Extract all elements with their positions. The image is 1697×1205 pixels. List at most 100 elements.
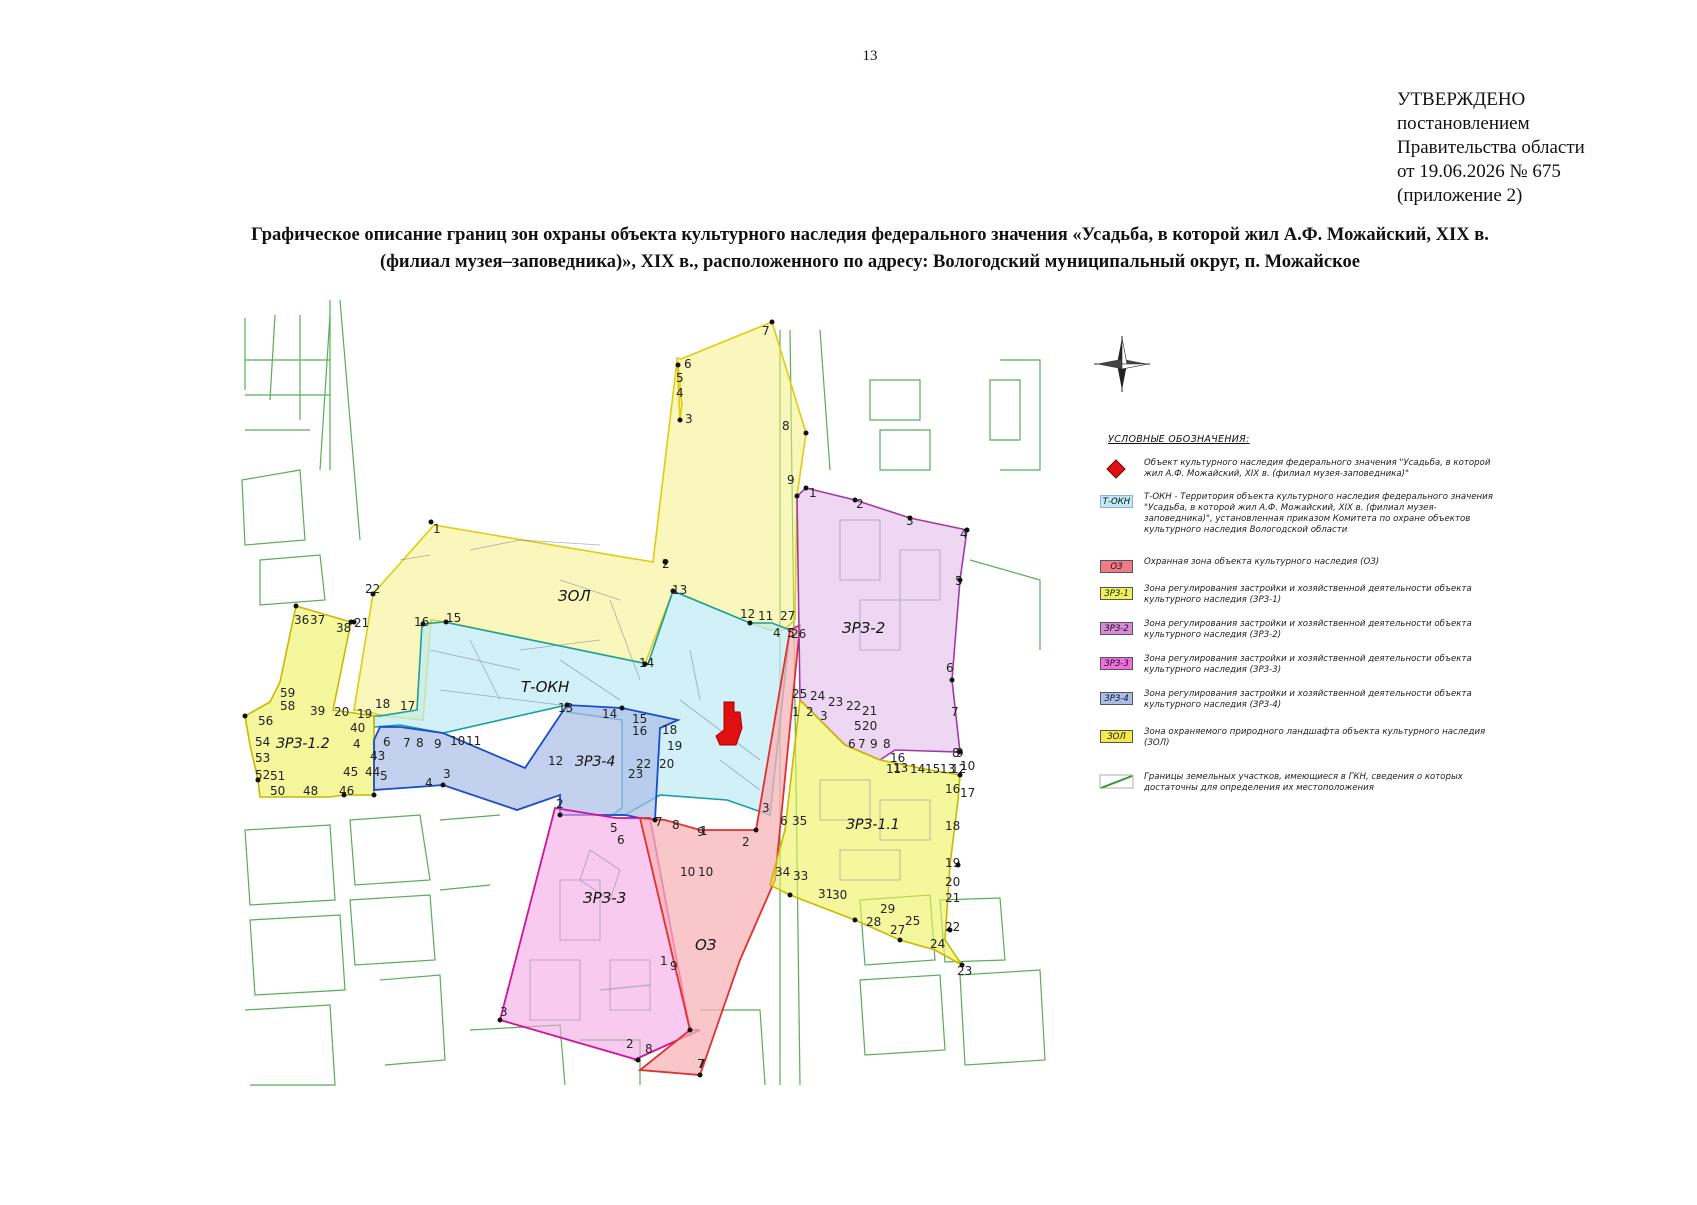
svg-text:11: 11 — [758, 609, 773, 623]
svg-text:14: 14 — [602, 707, 617, 721]
svg-text:34: 34 — [775, 865, 790, 879]
legend-text: Границы земельных участков, имеющиеся в … — [1144, 772, 1463, 793]
svg-text:6: 6 — [383, 735, 391, 749]
svg-text:7: 7 — [858, 737, 866, 751]
svg-text:8: 8 — [672, 818, 680, 832]
svg-text:33: 33 — [793, 869, 808, 883]
svg-text:1: 1 — [809, 486, 817, 500]
svg-text:25: 25 — [905, 914, 920, 928]
svg-text:39: 39 — [310, 704, 325, 718]
svg-text:12: 12 — [740, 607, 755, 621]
svg-text:16: 16 — [632, 724, 647, 738]
svg-text:5: 5 — [380, 769, 388, 783]
svg-text:14: 14 — [910, 762, 925, 776]
svg-text:1: 1 — [792, 705, 800, 719]
svg-text:20: 20 — [334, 705, 349, 719]
legend-text: Зона регулирования застройки и хозяйстве… — [1144, 584, 1472, 605]
svg-text:16: 16 — [945, 782, 960, 796]
north-arrow-compass-icon — [1094, 336, 1150, 392]
svg-text:1: 1 — [660, 954, 668, 968]
svg-text:50: 50 — [270, 784, 285, 798]
legend-item-zrz3: ЗРЗ-3 Зона регулирования застройки и хоз… — [1100, 654, 1500, 688]
legend-swatch-zol: ЗОЛ — [1100, 730, 1133, 743]
svg-text:43: 43 — [370, 749, 385, 763]
svg-text:4: 4 — [676, 386, 684, 400]
svg-text:27: 27 — [890, 923, 905, 937]
svg-text:4: 4 — [773, 626, 781, 640]
svg-text:5: 5 — [854, 719, 862, 733]
zone-label-zrz1-1: ЗРЗ-1.1 — [846, 817, 900, 833]
svg-text:35: 35 — [792, 814, 807, 828]
svg-text:3: 3 — [685, 412, 693, 426]
svg-text:8: 8 — [782, 419, 790, 433]
svg-text:7: 7 — [951, 705, 959, 719]
legend-item-object: Объект культурного наследия федерального… — [1100, 458, 1500, 492]
svg-text:1: 1 — [700, 824, 708, 838]
legend-item-tokn: Т-ОКН Т-ОКН - Территория объекта культур… — [1100, 492, 1500, 535]
svg-text:2: 2 — [556, 797, 564, 811]
svg-text:3: 3 — [500, 1005, 508, 1019]
svg-text:20: 20 — [659, 757, 674, 771]
svg-text:18: 18 — [662, 723, 677, 737]
legend-swatch-zrz3: ЗРЗ-3 — [1100, 657, 1133, 670]
svg-text:37: 37 — [310, 613, 325, 627]
svg-text:27: 27 — [780, 609, 795, 623]
svg-text:29: 29 — [880, 902, 895, 916]
svg-text:53: 53 — [255, 751, 270, 765]
legend-item-parcels: Границы земельных участков, имеющиеся в … — [1100, 772, 1500, 806]
svg-text:9: 9 — [670, 959, 678, 973]
svg-text:18: 18 — [945, 819, 960, 833]
legend-text: Зона регулирования застройки и хозяйстве… — [1144, 689, 1472, 710]
svg-text:4: 4 — [425, 776, 433, 790]
svg-text:15: 15 — [925, 762, 940, 776]
svg-text:19: 19 — [357, 707, 372, 721]
legend-text: Охранная зона объекта культурного наслед… — [1144, 557, 1380, 567]
legend-swatch-zrz1: ЗРЗ-1 — [1100, 587, 1133, 600]
svg-text:23: 23 — [957, 964, 972, 978]
svg-text:54: 54 — [255, 735, 270, 749]
svg-text:24: 24 — [810, 689, 825, 703]
zone-label-zrz1-2: ЗРЗ-1.2 — [276, 736, 330, 752]
svg-text:20: 20 — [862, 719, 877, 733]
svg-text:9: 9 — [787, 473, 795, 487]
zone-label-tokn: Т-ОКН — [521, 678, 569, 696]
svg-text:2: 2 — [626, 1037, 634, 1051]
legend-item-zrz2: ЗРЗ-2 Зона регулирования застройки и хоз… — [1100, 619, 1500, 653]
svg-text:10: 10 — [450, 734, 465, 748]
svg-text:4: 4 — [353, 737, 361, 751]
svg-text:3: 3 — [820, 709, 828, 723]
zone-label-oz: ОЗ — [695, 936, 717, 954]
svg-text:19: 19 — [667, 739, 682, 753]
svg-text:8: 8 — [645, 1042, 653, 1056]
svg-text:6: 6 — [684, 357, 692, 371]
svg-text:21: 21 — [862, 704, 877, 718]
svg-text:10: 10 — [680, 865, 695, 879]
legend-text: Зона регулирования застройки и хозяйстве… — [1144, 654, 1472, 675]
svg-text:3: 3 — [762, 801, 770, 815]
legend-swatch-zrz4: ЗРЗ-4 — [1100, 692, 1133, 705]
svg-text:8: 8 — [883, 737, 891, 751]
svg-text:51: 51 — [270, 769, 285, 783]
svg-text:25: 25 — [792, 687, 807, 701]
svg-text:6: 6 — [617, 833, 625, 847]
svg-text:11: 11 — [886, 762, 901, 776]
legend-swatch-tokn: Т-ОКН — [1100, 495, 1133, 508]
svg-text:21: 21 — [945, 891, 960, 905]
legend-text: Т-ОКН - Территория объекта культурного н… — [1144, 492, 1493, 535]
svg-text:7: 7 — [697, 1057, 705, 1071]
svg-text:18: 18 — [375, 697, 390, 711]
svg-text:7: 7 — [762, 324, 770, 338]
svg-text:46: 46 — [339, 784, 354, 798]
legend-swatch-oz: ОЗ — [1100, 560, 1133, 573]
svg-text:9: 9 — [434, 737, 442, 751]
svg-text:21: 21 — [354, 616, 369, 630]
svg-text:45: 45 — [343, 765, 358, 779]
svg-text:28: 28 — [866, 915, 881, 929]
svg-text:44: 44 — [365, 765, 380, 779]
svg-text:58: 58 — [280, 699, 295, 713]
svg-text:10: 10 — [960, 759, 975, 773]
svg-text:6: 6 — [780, 814, 788, 828]
legend-item-zrz4: ЗРЗ-4 Зона регулирования застройки и хоз… — [1100, 689, 1500, 723]
svg-text:6: 6 — [946, 661, 954, 675]
svg-text:12: 12 — [548, 754, 563, 768]
